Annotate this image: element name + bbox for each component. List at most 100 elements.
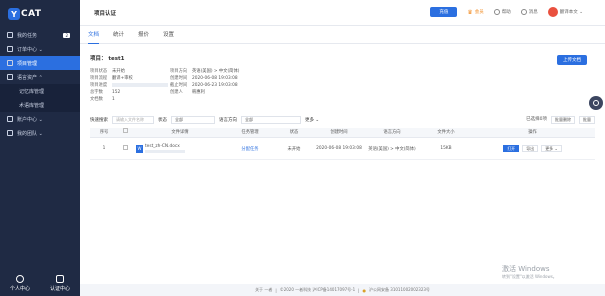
progress-bar xyxy=(112,82,170,89)
col-status: 状态 xyxy=(289,130,299,135)
avatar xyxy=(547,7,558,17)
sidebar-item-team[interactable]: 我的团队 ⌄ xyxy=(0,126,80,140)
sidebar-item-termbase[interactable]: 术语库管理 xyxy=(0,98,80,112)
upload-document-button[interactable]: 上传文档 xyxy=(557,55,587,65)
col-direction: 语言方向 xyxy=(383,130,401,135)
status-select[interactable]: 全部 xyxy=(171,116,215,124)
help-link[interactable]: 帮助 xyxy=(493,9,511,15)
vip-label: 会员 xyxy=(474,10,484,15)
checkbox[interactable] xyxy=(122,145,128,150)
info-value: 2020-06-08 19:03:08 xyxy=(192,76,238,81)
row-created: 2020-06-08 19:03:08 xyxy=(316,146,362,151)
info-key: 文档数 xyxy=(90,97,103,102)
footer-about[interactable]: 关于 一者 xyxy=(255,287,272,293)
info-key: 创建人 xyxy=(170,90,183,95)
filter-actions: 已选择0项 批量删除 批量 xyxy=(526,116,595,124)
tab-documents[interactable]: 文档 xyxy=(88,26,100,44)
export-button[interactable]: 导出 xyxy=(522,145,539,152)
crown-icon: ♛ xyxy=(467,8,473,16)
user-menu[interactable]: 翻译本文 ⌄ xyxy=(547,7,583,17)
tab-statistics[interactable]: 统计 xyxy=(113,26,124,44)
more-button[interactable]: 更多 ⌄ xyxy=(541,145,562,152)
sidebar-item-orders[interactable]: 订单中心 ⌄ xyxy=(0,42,80,56)
info-value: 英语(美国) > 中文(简体) xyxy=(192,69,240,74)
vip-link[interactable]: ♛ 会员 xyxy=(467,9,483,16)
sidebar-item-account[interactable]: 账户中心 ⌄ xyxy=(0,112,80,126)
help-label: 帮助 xyxy=(501,10,511,15)
table-row[interactable]: 1 W test_zh-CN.docx 分配任务 未开始 2020-06-08 … xyxy=(90,138,595,160)
info-row: 文档数 1 xyxy=(90,96,390,103)
row-select[interactable] xyxy=(118,145,132,152)
tab-quote[interactable]: 报价 xyxy=(138,26,149,44)
word-file-icon: W xyxy=(136,144,143,153)
info-row: 项目进度 截止时间 2020-06-23 19:03:08 xyxy=(90,82,390,89)
footer-sep: | xyxy=(275,287,277,293)
sidebar-item-projects[interactable]: 项目管理 xyxy=(0,56,80,70)
sidebar-footer: 个人中心 认证中心 xyxy=(0,270,80,296)
documents-table: 序号 文件详情 任务管理 状态 创建时间 语言方向 文件大小 操作 1 W te… xyxy=(90,128,595,160)
more-filters-button[interactable]: 更多 ⌄ xyxy=(305,117,319,123)
file-progress-bar xyxy=(145,150,185,153)
personal-center-button[interactable]: 个人中心 xyxy=(9,274,30,292)
sidebar-item-my-tasks[interactable]: 我的任务 2 xyxy=(0,28,80,42)
project-info: 项目状态 未开始 项目方向 英语(美国) > 中文(简体) 项目流程 翻译+审校… xyxy=(90,68,390,103)
windows-activation-watermark: 激活 Windows 转到"设置"以激活 Windows。 xyxy=(502,264,557,280)
breadcrumb: 项目认证 xyxy=(94,10,117,17)
assign-task-link[interactable]: 分配任务 xyxy=(228,146,272,152)
order-icon xyxy=(7,46,13,52)
file-cell[interactable]: W test_zh-CN.docx xyxy=(132,144,228,153)
logo-text: CAT xyxy=(21,9,42,19)
info-key: 总字数 xyxy=(90,90,103,95)
sidebar-item-label: 术语库管理 xyxy=(19,102,45,109)
checkbox[interactable] xyxy=(122,128,128,133)
tab-settings[interactable]: 设置 xyxy=(163,26,174,44)
watermark-line1: 激活 Windows xyxy=(502,265,550,273)
sidebar-item-tm[interactable]: 记忆库管理 xyxy=(0,84,80,98)
col-created: 创建时间 xyxy=(330,130,348,135)
task-count-badge: 2 xyxy=(63,32,70,38)
project-icon xyxy=(7,60,13,66)
info-row: 总字数 152 创建人 韩惠利 xyxy=(90,89,390,96)
info-key: 项目状态 xyxy=(90,69,108,74)
batch-button[interactable]: 批量 xyxy=(579,116,595,124)
user-name: 翻译本文 ⌄ xyxy=(559,10,583,15)
batch-delete-button[interactable]: 批量删除 xyxy=(551,116,575,124)
info-value: 未开始 xyxy=(112,69,125,74)
floating-help-button[interactable] xyxy=(589,96,603,110)
footer-sep: | xyxy=(358,287,360,293)
sidebar-item-label: 订单中心 ⌄ xyxy=(17,46,43,53)
direction-select[interactable]: 全部 xyxy=(241,116,301,124)
main-panel: 文档 统计 报价 设置 项目： test1 上传文档 项目状态 未开始 项目方向… xyxy=(80,26,605,284)
help-icon xyxy=(493,9,500,15)
sidebar-item-label: 记忆库管理 xyxy=(19,88,45,95)
row-direction: 英语(美国) > 中文(简体) xyxy=(368,146,416,152)
col-task: 任务管理 xyxy=(241,130,259,135)
col-select[interactable] xyxy=(118,128,132,137)
police-badge-icon: ● xyxy=(362,287,367,293)
info-value: 韩惠利 xyxy=(192,90,205,95)
info-row: 项目状态 未开始 项目方向 英语(美国) > 中文(简体) xyxy=(90,68,390,75)
open-button[interactable]: 打开 xyxy=(503,145,520,152)
col-index: 序号 xyxy=(99,130,109,135)
info-key: 项目流程 xyxy=(90,76,108,81)
search-label: 快速搜索 xyxy=(90,118,108,123)
bell-icon xyxy=(520,9,527,15)
messages-label: 消息 xyxy=(528,10,538,15)
sidebar-item-label: 语言资产 ⌃ xyxy=(17,74,43,81)
logo[interactable]: Y CAT xyxy=(0,0,80,28)
col-ops: 操作 xyxy=(528,130,537,135)
info-value: 152 xyxy=(112,90,121,95)
sidebar-item-label: 我的团队 ⌄ xyxy=(17,130,43,137)
recharge-button[interactable]: 充值 xyxy=(430,7,458,17)
footer-copyright: ©2020 一者科技 沪ICP备14017097号-1 xyxy=(279,287,356,292)
search-input[interactable]: 请输入文件名称 xyxy=(112,116,154,124)
messages-link[interactable]: 消息 xyxy=(520,9,538,15)
cert-center-button[interactable]: 认证中心 xyxy=(50,274,70,292)
logo-mark: Y xyxy=(8,8,20,20)
sidebar-item-language-assets[interactable]: 语言资产 ⌃ xyxy=(0,70,80,84)
app-root: Y CAT 我的任务 2 订单中心 ⌄ 项目管理 语言资产 ⌃ 记忆库管理 术语… xyxy=(0,0,605,296)
info-value: 1 xyxy=(112,97,115,102)
user-icon xyxy=(15,274,24,283)
row-index: 1 xyxy=(102,146,106,151)
personal-center-label: 个人中心 xyxy=(9,285,30,292)
